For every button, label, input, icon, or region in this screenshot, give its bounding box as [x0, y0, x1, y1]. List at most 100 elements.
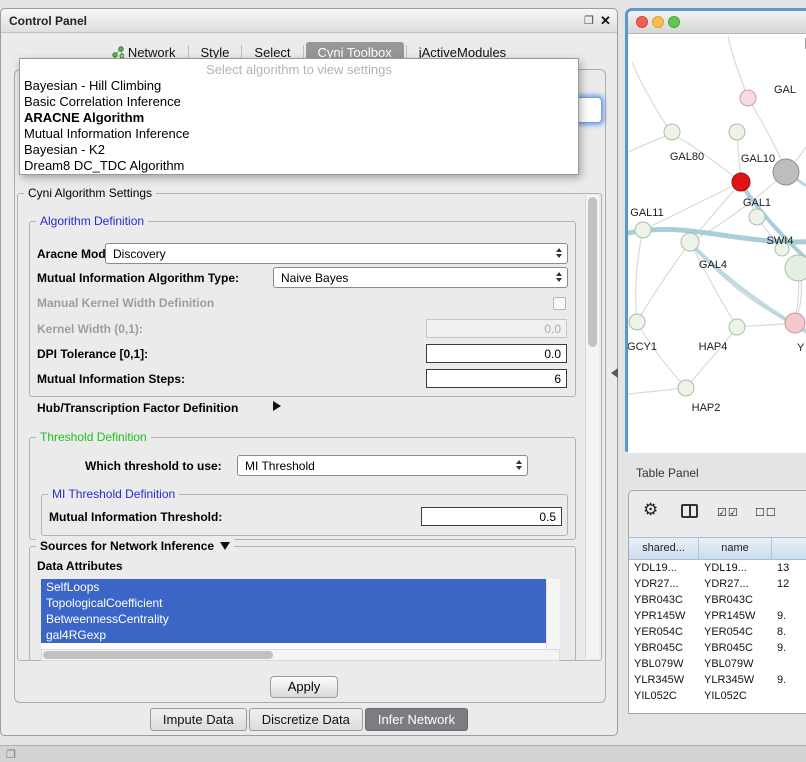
network-window-titlebar[interactable] — [628, 11, 806, 34]
collapse-down-arrow-icon[interactable] — [220, 542, 230, 550]
mi-threshold-field[interactable]: 0.5 — [421, 507, 562, 526]
tab-separator — [303, 45, 304, 59]
node-GAL4[interactable] — [681, 233, 699, 251]
cyni-bottom-tab-bar: Impute Data Discretize Data Infer Networ… — [1, 708, 617, 731]
tab-separator — [188, 45, 189, 59]
column-header-name[interactable]: name — [699, 538, 772, 559]
which-threshold-combo[interactable]: MI Threshold — [237, 455, 528, 476]
manual-kernel-checkbox[interactable] — [553, 297, 566, 310]
table-row[interactable]: YLR345W YLR345W 9. — [629, 672, 806, 688]
tab-infer-network[interactable]: Infer Network — [365, 708, 468, 731]
table-cell — [772, 592, 806, 608]
node-unlabeled[interactable] — [785, 313, 805, 333]
node-GAL11[interactable] — [635, 222, 651, 238]
table-row[interactable]: YBR045C YBR045C 9. — [629, 640, 806, 656]
control-panel-title: Control Panel — [9, 14, 87, 28]
minimize-traffic-light[interactable] — [652, 16, 664, 28]
mi-type-combo[interactable]: Naive Bayes — [273, 267, 568, 288]
aracne-mode-combo[interactable]: Discovery — [105, 243, 568, 264]
mi-steps-label: Mutual Information Steps: — [37, 372, 185, 386]
table-row[interactable]: YER054C YER054C 8. — [629, 624, 806, 640]
settings-group-title: Cyni Algorithm Settings — [24, 186, 156, 200]
node-unlabeled[interactable] — [785, 255, 806, 281]
gear-icon[interactable]: ⚙ — [643, 500, 658, 520]
tab-impute-data[interactable]: Impute Data — [150, 708, 247, 731]
node-label: Y — [797, 342, 805, 354]
table-row[interactable]: YBR043C YBR043C — [629, 592, 806, 608]
table-cell: YBL079W — [629, 656, 699, 672]
node-unlabeled[interactable] — [729, 124, 745, 140]
close-window-icon[interactable]: ✕ — [600, 13, 611, 29]
settings-scrollbar[interactable] — [585, 195, 599, 659]
data-attributes-list[interactable]: SelfLoops TopologicalCoefficient Between… — [41, 579, 560, 649]
table-row[interactable]: YBL079W YBL079W — [629, 656, 806, 672]
dropdown-item[interactable]: Dream8 DC_TDC Algorithm — [20, 158, 578, 174]
column-header-shared-name[interactable]: shared... — [629, 538, 699, 559]
network-graph[interactable]: GAL GAL80 GAL10 GAL1 GAL11 SWI4 GAL4 GCY… — [628, 34, 806, 453]
kernel-width-field: 0.0 — [426, 319, 567, 338]
attribute-item-selected[interactable]: SelfLoops — [41, 579, 547, 595]
combo-stepper-icon — [556, 248, 562, 258]
table-row[interactable]: YDL19... YDL19... 13 — [629, 560, 806, 576]
table-row[interactable]: YDR27... YDR27... 12 — [629, 576, 806, 592]
attributes-list-scrollbar[interactable] — [546, 579, 560, 649]
table-row[interactable]: YPR145W YPR145W 9. — [629, 608, 806, 624]
float-window-icon[interactable]: ❐ — [584, 14, 594, 27]
tab-discretize-data[interactable]: Discretize Data — [249, 708, 363, 731]
table-cell: 9. — [772, 640, 806, 656]
attributes-hscrollbar-thumb[interactable] — [43, 651, 273, 659]
attribute-item-selected[interactable]: BetweennessCentrality — [41, 611, 547, 627]
node-HAP2[interactable] — [678, 380, 694, 396]
table-cell: 9. — [772, 608, 806, 624]
node-unlabeled[interactable] — [749, 209, 765, 225]
table-cell: YER054C — [629, 624, 699, 640]
node-GAL10[interactable] — [773, 159, 799, 185]
network-tab-icon — [112, 46, 124, 58]
hub-definition-label[interactable]: Hub/Transcription Factor Definition — [37, 401, 238, 415]
columns-icon[interactable] — [681, 504, 698, 518]
attribute-item-selected[interactable]: TopologicalCoefficient — [41, 595, 547, 611]
zoom-traffic-light[interactable] — [668, 16, 680, 28]
manual-kernel-label: Manual Kernel Width Definition — [37, 296, 214, 310]
column-header-partial[interactable] — [772, 538, 806, 559]
minimized-panel-icon[interactable]: ❐ — [6, 748, 16, 761]
node-GAL80[interactable] — [664, 124, 680, 140]
select-all-checkboxes-icon[interactable]: ☑☑ — [717, 506, 739, 519]
node-GCY1[interactable] — [629, 314, 645, 330]
mi-type-label: Mutual Information Algorithm Type: — [37, 271, 239, 285]
dropdown-item[interactable]: Mutual Information Inference — [20, 126, 578, 142]
dropdown-item-selected[interactable]: ARACNE Algorithm — [20, 110, 578, 126]
sources-group-header[interactable]: Sources for Network Inference — [36, 539, 234, 553]
node-unlabeled[interactable] — [740, 90, 756, 106]
which-threshold-value: MI Threshold — [245, 459, 315, 473]
table-cell: 8. — [772, 624, 806, 640]
tab-separator — [241, 45, 242, 59]
desktop: Control Panel ❐ ✕ Network Style Select C… — [0, 0, 806, 762]
attribute-item-selected[interactable]: gal4RGexp — [41, 627, 547, 643]
node-label: GAL80 — [670, 151, 704, 163]
dropdown-item[interactable]: Bayesian - K2 — [20, 142, 578, 158]
deselect-all-checkboxes-icon[interactable]: ☐☐ — [755, 506, 777, 519]
close-traffic-light[interactable] — [636, 16, 648, 28]
dropdown-item[interactable]: Bayesian - Hill Climbing — [20, 78, 578, 94]
table-cell: 13 — [772, 560, 806, 576]
table-cell: YPR145W — [699, 608, 772, 624]
table-row[interactable]: YIL052C YIL052C — [629, 688, 806, 704]
node-label: GAL1 — [743, 197, 771, 209]
control-panel-titlebar[interactable]: Control Panel ❐ ✕ — [1, 9, 617, 33]
dropdown-item[interactable]: Basic Correlation Inference — [20, 94, 578, 110]
node-GAL1[interactable] — [732, 173, 750, 191]
table-cell: YIL052C — [699, 688, 772, 704]
attributes-horizontal-scrollbar[interactable] — [41, 649, 560, 661]
network-canvas-container: GAL GAL80 GAL10 GAL1 GAL11 SWI4 GAL4 GCY… — [628, 34, 806, 453]
dropdown-placeholder: Select algorithm to view settings — [20, 62, 578, 78]
mi-steps-field[interactable]: 6 — [426, 369, 567, 388]
node-HAP4[interactable] — [729, 319, 745, 335]
panel-splitter-collapse-icon[interactable] — [611, 368, 618, 378]
dpi-tolerance-field[interactable]: 0.0 — [426, 344, 567, 363]
table-cell: YDL19... — [629, 560, 699, 576]
settings-scrollbar-thumb[interactable] — [588, 197, 597, 347]
apply-button[interactable]: Apply — [270, 676, 338, 698]
algorithm-dropdown-popup: Select algorithm to view settings Bayesi… — [19, 58, 579, 175]
expand-right-arrow-icon[interactable] — [273, 401, 281, 411]
